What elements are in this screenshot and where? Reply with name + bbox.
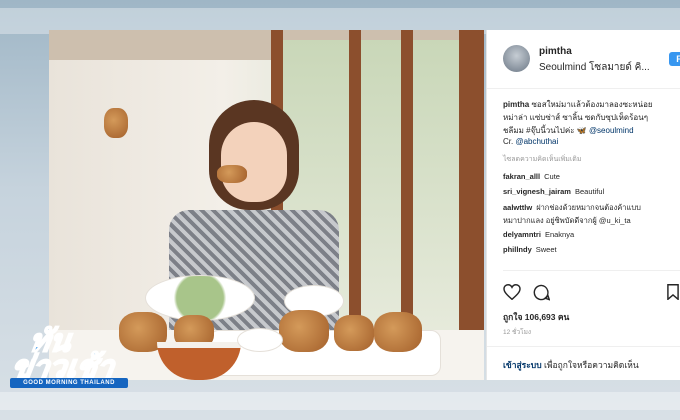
heart-icon[interactable]	[503, 284, 521, 300]
comment-text: Beautiful	[574, 187, 605, 196]
butterfly-icon: 🦋	[576, 126, 587, 135]
comment-row: phillndy Sweet	[503, 245, 557, 254]
caption-hashtag[interactable]: ชลีมม #จุ๊บนี้วนไปค่ะ	[503, 126, 575, 135]
mention-seoulmind[interactable]: @seoulmind	[589, 126, 634, 135]
chicken-wing	[104, 108, 128, 138]
comment-user[interactable]: sri_vignesh_jairam	[503, 187, 571, 196]
caption-line-4: Cr. @abchuthai	[503, 137, 558, 146]
bookmark-icon[interactable]	[667, 284, 679, 300]
window-frame	[459, 30, 484, 380]
instagram-post-card: pimtha Seoulmind โซลมายด์ คิ... F pimtha…	[486, 30, 680, 380]
credit-prefix: Cr.	[503, 137, 516, 146]
comment-user[interactable]: aalwttlw	[503, 203, 532, 212]
salad-bowl	[145, 275, 255, 321]
username[interactable]: pimtha	[539, 46, 572, 57]
comment-user[interactable]: delyamntri	[503, 230, 541, 239]
like-count[interactable]: ถูกใจ 106,693 คน	[503, 310, 569, 324]
comment-row: delyamntri Enaknya	[503, 230, 574, 239]
comment-row: sri_vignesh_jairam Beautiful	[503, 187, 604, 196]
location[interactable]: Seoulmind โซลมายด์ คิ...	[539, 60, 650, 75]
post-time: 12 ชั่วโมง	[503, 329, 532, 336]
dip-bowl	[237, 328, 283, 352]
face	[221, 122, 287, 202]
caption-line-2: หม่าล่า แซ่บซ่าส์ ซาลิ้น ซดกับซุปเห็ดร้อ…	[503, 113, 648, 122]
login-prompt: เข้าสู่ระบบ เพื่อถูกใจหรือความคิดเห็น	[503, 358, 639, 372]
avatar[interactable]	[503, 45, 530, 72]
login-footer: เข้าสู่ระบบ เพื่อถูกใจหรือความคิดเห็น	[487, 346, 680, 381]
comment-row: หมาปากแลง อยู่ซิพบัดดีจากผู้ @u_ki_ta	[503, 215, 631, 227]
chicken-piece	[334, 315, 374, 351]
comment-user[interactable]: fakran_alll	[503, 172, 540, 181]
chicken-piece	[279, 310, 329, 352]
comment-row: aalwttlw ฝากช่องด้วยหมากจนต้องค้าแบบ	[503, 202, 641, 214]
login-text: เพื่อถูกใจหรือความคิดเห็น	[541, 360, 639, 370]
comment-text: Cute	[544, 172, 560, 181]
load-more-comments[interactable]: ไซลดความคิดเห็นเพิ่มเติม	[503, 154, 581, 165]
caption-line-3: ชลีมม #จุ๊บนี้วนไปค่ะ 🦋 @seoulmind	[503, 124, 634, 137]
follow-button[interactable]: F	[669, 52, 680, 66]
chicken-wing	[217, 165, 247, 183]
caption-text: ซอสใหม่มาแล้วต้องมาลองซะหน่อย	[531, 100, 653, 109]
comment-text: ฝากช่องด้วยหมากจนต้องค้าแบบ	[536, 203, 641, 212]
comment-text: Sweet	[535, 245, 557, 254]
tv-show-logo: ทัน ข่าวเช้า GOOD MORNING THAILAND	[6, 318, 136, 398]
comment-icon[interactable]	[533, 284, 550, 301]
comment-text: หมาปากแลง อยู่ซิพบัดดีจากผู้ @u_ki_ta	[503, 216, 631, 225]
post-header: pimtha Seoulmind โซลมายด์ คิ... F	[487, 30, 680, 89]
chicken-piece	[374, 312, 422, 352]
mention-abchuthai[interactable]: @abchuthai	[515, 137, 558, 146]
comment-text: Enaknya	[544, 230, 575, 239]
comment-user[interactable]: phillndy	[503, 245, 532, 254]
caption-line-1: pimtha ซอสใหม่มาแล้วต้องมาลองซะหน่อย	[503, 98, 653, 111]
logo-subtitle: GOOD MORNING THAILAND	[10, 378, 128, 388]
comment-row: fakran_alll Cute	[503, 172, 560, 181]
login-link[interactable]: เข้าสู่ระบบ	[503, 360, 542, 370]
actions-divider	[503, 270, 680, 271]
caption-username[interactable]: pimtha	[503, 100, 529, 109]
